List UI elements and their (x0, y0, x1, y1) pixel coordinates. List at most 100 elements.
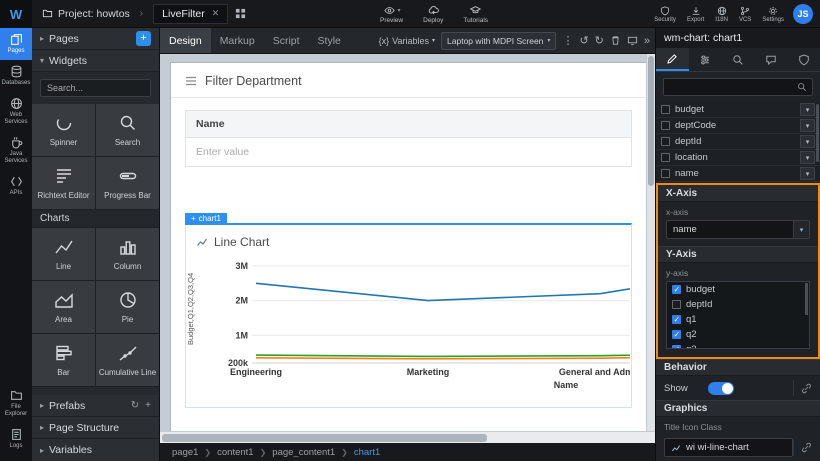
sidebar-item-databases[interactable]: Databases (0, 60, 32, 92)
design-canvas[interactable]: Filter Department Name +chart1 Line Char… (160, 54, 655, 431)
page-tab[interactable]: LiveFilter ✕ (153, 4, 228, 24)
tutorials-button[interactable]: Tutorials (463, 5, 488, 24)
widget-tile-line[interactable]: Line (32, 228, 95, 280)
checkbox[interactable] (661, 153, 670, 162)
app-logo[interactable]: W (0, 0, 32, 28)
name-filter-input[interactable] (186, 138, 631, 166)
checkbox[interactable] (672, 300, 681, 309)
section-page-structure[interactable]: ▸ Page Structure (32, 417, 159, 439)
checkbox[interactable] (661, 105, 670, 114)
x-axis-select[interactable]: name ▾ (666, 220, 810, 239)
field-row-location[interactable]: location▾ (656, 150, 820, 166)
panel-header[interactable]: Filter Department (171, 63, 646, 98)
chevron-down-icon[interactable]: ▾ (800, 151, 815, 164)
show-toggle[interactable] (708, 382, 734, 395)
checkbox[interactable] (672, 345, 681, 349)
security-button[interactable]: Security (654, 6, 676, 23)
field-row-name[interactable]: name▾ (656, 166, 820, 182)
vcs-button[interactable]: VCS (739, 6, 751, 23)
breadcrumb-page1[interactable]: page1 (172, 447, 198, 458)
tab-design[interactable]: Design (160, 28, 211, 54)
y-axis-option-budget[interactable]: budget (667, 282, 809, 297)
widget-tile-progress-bar[interactable]: Progress Bar (96, 157, 159, 209)
y-axis-option-q2[interactable]: q2 (667, 327, 809, 342)
title-icon-class-input[interactable]: wi wi-line-chart (664, 438, 793, 457)
list-scrollbar[interactable] (805, 283, 808, 315)
chevron-down-icon[interactable]: ▾ (800, 119, 815, 132)
properties-search[interactable] (663, 78, 813, 96)
tab-styles[interactable] (689, 48, 722, 71)
project-label[interactable]: Project: howtos (42, 8, 130, 20)
section-pages[interactable]: ▸ Pages + (32, 28, 159, 50)
widget-tile-richtext-editor[interactable]: Richtext Editor (32, 157, 95, 209)
scrollbar-thumb[interactable] (648, 56, 654, 186)
widget-tile-area[interactable]: Area (32, 281, 95, 333)
widget-tile-spinner[interactable]: Spinner (32, 104, 95, 156)
checkbox[interactable] (661, 121, 670, 130)
tab-search[interactable] (722, 48, 755, 71)
deploy-button[interactable]: Deploy (423, 5, 443, 24)
pages-grid-icon[interactable] (235, 8, 246, 19)
checkbox[interactable] (661, 137, 670, 146)
scrollbar-thumb[interactable] (162, 434, 487, 442)
widget-tile-search[interactable]: Search (96, 104, 159, 156)
add-prefab-icon[interactable]: + (145, 400, 151, 411)
variables-dropdown[interactable]: {x}Variables▾ (379, 36, 435, 46)
breadcrumb-chart1[interactable]: chart1 (354, 447, 380, 458)
sidebar-item-logs[interactable]: Logs (0, 423, 32, 455)
chart-widget[interactable]: +chart1 Line Chart Budget,Q1,Q2,Q3,Q4 3M… (185, 223, 632, 408)
hamburger-icon[interactable] (185, 76, 197, 86)
refresh-icon[interactable]: ↻ (131, 400, 139, 411)
behavior-section-header[interactable]: Behavior (656, 359, 820, 376)
field-row-deptid[interactable]: deptId▾ (656, 134, 820, 150)
add-page-button[interactable]: + (136, 31, 151, 46)
tab-style[interactable]: Style (309, 28, 350, 54)
widget-search[interactable] (40, 79, 151, 97)
section-variables[interactable]: ▸ Variables (32, 439, 159, 461)
y-axis-option-deptid[interactable]: deptId (667, 297, 809, 312)
list-scrollbar[interactable] (816, 104, 819, 162)
tab-events[interactable] (754, 48, 787, 71)
bind-property-icon[interactable] (793, 380, 812, 396)
tab-security[interactable] (787, 48, 820, 71)
redo-icon[interactable]: ↻ (595, 34, 604, 47)
checkbox[interactable] (672, 285, 681, 294)
sidebar-item-web-services[interactable]: Web Services (0, 92, 32, 131)
widget-tile-bar[interactable]: Bar (32, 334, 95, 386)
y-axis-section-header[interactable]: Y-Axis (658, 246, 818, 263)
checkbox[interactable] (661, 169, 670, 178)
export-button[interactable]: Export (687, 6, 704, 23)
graphics-section-header[interactable]: Graphics (656, 400, 820, 417)
selection-chip[interactable]: +chart1 (185, 213, 227, 225)
page-preview[interactable]: Filter Department Name +chart1 Line Char… (170, 62, 647, 431)
settings-button[interactable]: Settings (762, 6, 784, 23)
sidebar-item-java-services[interactable]: Java Services (0, 131, 32, 170)
widget-tile-pie[interactable]: Pie (96, 281, 159, 333)
tab-script[interactable]: Script (264, 28, 309, 54)
i18n-button[interactable]: I18N (715, 6, 728, 23)
kebab-menu-icon[interactable]: ⋮ (562, 34, 573, 47)
close-tab-icon[interactable]: ✕ (212, 8, 220, 19)
widget-tile-column[interactable]: Column (96, 228, 159, 280)
widget-tile-cumulative-line[interactable]: Cumulative Line (96, 334, 159, 386)
chevron-down-icon[interactable]: ▾ (800, 103, 815, 116)
properties-search-input[interactable] (669, 82, 793, 92)
bind-property-icon[interactable] (793, 440, 812, 456)
tab-markup[interactable]: Markup (211, 28, 264, 54)
sidebar-item-pages[interactable]: Pages (0, 28, 32, 60)
y-axis-option-q1[interactable]: q1 (667, 312, 809, 327)
canvas-vertical-scrollbar[interactable] (646, 54, 655, 431)
sidebar-item-apis[interactable]: APIs (0, 170, 32, 202)
sidebar-item-file-explorer[interactable]: File Explorer (0, 384, 32, 423)
undo-icon[interactable]: ↺ (579, 34, 588, 47)
chevron-down-icon[interactable]: ▾ (800, 135, 815, 148)
checkbox[interactable] (672, 330, 681, 339)
section-widgets[interactable]: ▾ Widgets (32, 50, 159, 72)
x-axis-section-header[interactable]: X-Axis (658, 185, 818, 202)
device-selector[interactable]: Laptop with MDPI Screen▾ (441, 32, 556, 50)
trash-icon[interactable] (610, 35, 621, 46)
collapse-panel-icon[interactable]: » (644, 35, 650, 47)
breadcrumb-content1[interactable]: content1 (217, 447, 253, 458)
field-row-budget[interactable]: budget▾ (656, 102, 820, 118)
user-avatar[interactable]: JS (793, 4, 813, 24)
